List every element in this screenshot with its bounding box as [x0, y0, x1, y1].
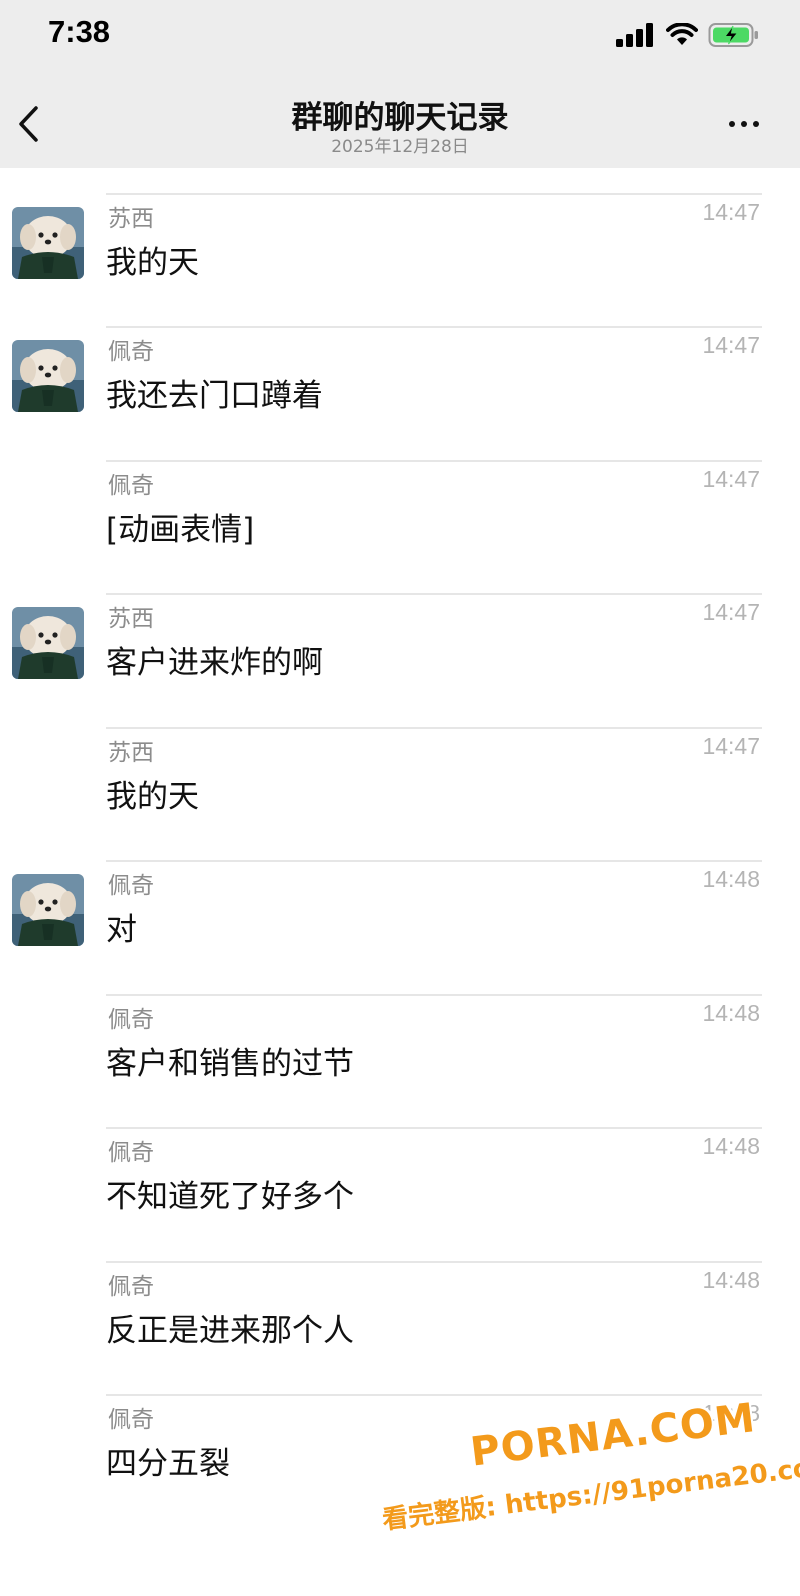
avatar[interactable]: [12, 340, 84, 412]
sender-name: 佩奇: [108, 873, 154, 899]
sender-name: 苏西: [108, 606, 154, 632]
battery-charging-icon: [708, 23, 758, 47]
message-text: 对: [106, 912, 137, 948]
sender-name: 苏西: [108, 739, 154, 766]
message-time: 14:48: [702, 999, 760, 1026]
message-list[interactable]: 害怕啥子苏西14:47我的天佩奇14:47我还去门口蹲着佩奇14:47[动画表情…: [0, 168, 800, 1596]
message-row[interactable]: 佩奇 14:48 对: [0, 862, 800, 996]
avatar[interactable]: [12, 874, 84, 946]
page-title: 群聊的聊天记录: [291, 100, 509, 136]
message-time: 14:47: [702, 465, 760, 492]
more-button[interactable]: [720, 108, 768, 140]
cellular-signal-icon: [616, 23, 653, 47]
sender-name: 苏西: [108, 205, 154, 232]
status-time: 7:38: [48, 14, 111, 49]
nav-bar: 群聊的聊天记录 2025年12月28日: [0, 80, 800, 168]
sender-name: 佩奇: [108, 339, 154, 365]
sender-name: 佩奇: [108, 1273, 154, 1300]
message-text: [动画表情]: [106, 511, 255, 548]
message-time: 14:47: [702, 599, 760, 625]
message-text: 反正是进来那个人: [106, 1312, 354, 1349]
message-text: 不知道死了好多个: [106, 1179, 354, 1215]
sender-name: 佩奇: [108, 1407, 154, 1433]
message-row[interactable]: 苏西 14:47 我的天: [0, 195, 800, 329]
message-time: 14:47: [702, 332, 760, 358]
message-row[interactable]: 佩奇 14:47 [动画表情]: [0, 462, 800, 596]
avatar[interactable]: [12, 206, 84, 279]
sender-name: 佩奇: [108, 1006, 154, 1033]
message-text: 客户和销售的过节: [106, 1045, 354, 1082]
message-time: 14:48: [702, 1400, 760, 1426]
avatar[interactable]: [12, 607, 84, 679]
message-text: 我还去门口蹲着: [106, 378, 323, 414]
message-time: 14:48: [702, 1266, 760, 1293]
message-row[interactable]: 佩奇 14:48 反正是进来那个人: [0, 1263, 800, 1397]
message-row[interactable]: 佩奇 14:48 不知道死了好多个: [0, 1129, 800, 1263]
status-bar: 7:38: [0, 0, 800, 80]
more-horizontal-icon: [741, 121, 747, 127]
wifi-icon: [666, 23, 698, 45]
page-subtitle: 2025年12月28日: [331, 137, 469, 157]
message-row[interactable]: 佩奇 14:47 我还去门口蹲着: [0, 328, 800, 462]
message-text: 我的天: [106, 244, 199, 281]
more-horizontal-icon: [753, 121, 759, 127]
message-time: 14:47: [702, 198, 760, 225]
status-icons: [616, 20, 760, 50]
message-row[interactable]: 苏西 14:47 我的天: [0, 729, 800, 863]
message-time: 14:48: [702, 866, 760, 892]
more-horizontal-icon: [729, 121, 735, 127]
message-row[interactable]: 苏西 14:47 客户进来炸的啊: [0, 595, 800, 729]
message-row[interactable]: 佩奇 14:48 客户和销售的过节: [0, 996, 800, 1130]
message-text: 我的天: [106, 778, 199, 815]
message-row[interactable]: 害怕啥子: [0, 168, 800, 195]
sender-name: 佩奇: [108, 472, 154, 499]
message-text: 客户进来炸的啊: [106, 645, 323, 681]
message-text: 四分五裂: [106, 1446, 230, 1482]
sender-name: 佩奇: [108, 1140, 154, 1166]
message-time: 14:47: [702, 732, 760, 759]
message-row[interactable]: 佩奇 14:48 四分五裂: [0, 1396, 800, 1530]
message-time: 14:48: [702, 1133, 760, 1159]
